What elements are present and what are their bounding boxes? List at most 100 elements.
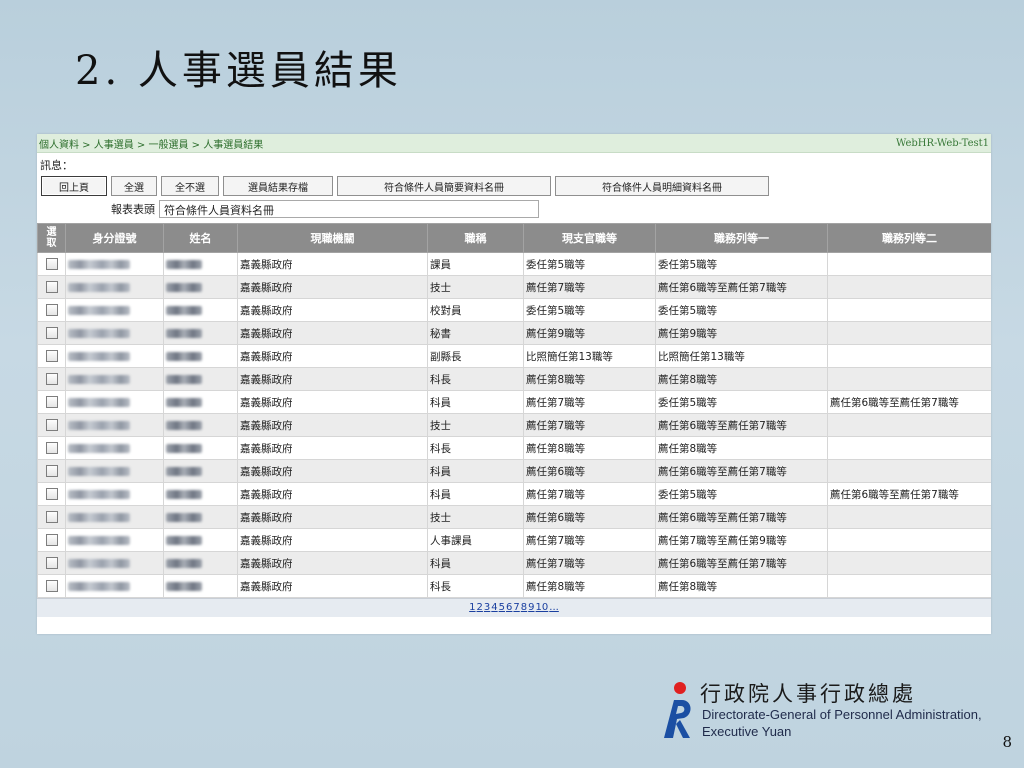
name-cell-redacted (163, 367, 238, 391)
col-header-select: 選取 (37, 223, 66, 253)
redacted-name (166, 489, 202, 499)
table-row[interactable]: 嘉義縣政府 校對員 委任第5職等 委任第5職等 (37, 298, 991, 322)
checkbox[interactable] (45, 557, 58, 569)
report-header-input[interactable]: 符合條件人員資料名冊 (159, 200, 539, 218)
checkbox[interactable] (45, 488, 58, 500)
back-button[interactable]: 回上頁 (41, 176, 107, 196)
select-checkbox[interactable] (37, 321, 66, 345)
page-link[interactable]: 9 (528, 602, 534, 613)
id-cell-redacted (65, 574, 164, 598)
select-checkbox[interactable] (37, 344, 66, 368)
page-link[interactable]: 10 (536, 602, 549, 613)
rank2-cell (827, 413, 991, 437)
org-cell: 嘉義縣政府 (237, 482, 428, 506)
table-row[interactable]: 嘉義縣政府 人事課員 薦任第7職等 薦任第7職等至薦任第9職等 (37, 528, 991, 552)
table-row[interactable]: 嘉義縣政府 科員 薦任第7職等 薦任第6職等至薦任第7職等 (37, 551, 991, 575)
select-checkbox[interactable] (37, 275, 66, 299)
agency-name-en-line1: Directorate-General of Personnel Adminis… (702, 707, 982, 722)
page-link[interactable]: 1 (469, 602, 475, 613)
name-cell-redacted (163, 574, 238, 598)
redacted-id (68, 282, 130, 292)
table-row[interactable]: 嘉義縣政府 技士 薦任第7職等 薦任第6職等至薦任第7職等 (37, 275, 991, 299)
app-window: 個人資料 > 人事選員 > 一般選員 > 人事選員結果 WebHR-Web-Te… (37, 134, 991, 634)
select-checkbox[interactable] (37, 482, 66, 506)
checkbox[interactable] (45, 465, 58, 477)
rank2-cell: 薦任第6職等至薦任第7職等 (827, 482, 991, 506)
checkbox[interactable] (45, 373, 58, 385)
name-cell-redacted (163, 390, 238, 414)
checkbox[interactable] (45, 442, 58, 454)
rank2-cell (827, 528, 991, 552)
page-link[interactable]: 3 (484, 602, 490, 613)
table-row[interactable]: 嘉義縣政府 秘書 薦任第9職等 薦任第9職等 (37, 321, 991, 345)
table-row[interactable]: 嘉義縣政府 科員 薦任第7職等 委任第5職等 薦任第6職等至薦任第7職等 (37, 390, 991, 414)
title-cell: 副縣長 (427, 344, 524, 368)
table-row[interactable]: 嘉義縣政府 科長 薦任第8職等 薦任第8職等 (37, 367, 991, 391)
page-link[interactable]: 2 (477, 602, 483, 613)
name-cell-redacted (163, 436, 238, 460)
table-row[interactable]: 嘉義縣政府 科長 薦任第8職等 薦任第8職等 (37, 436, 991, 460)
table-row[interactable]: 嘉義縣政府 科員 薦任第7職等 委任第5職等 薦任第6職等至薦任第7職等 (37, 482, 991, 506)
deselect-all-button[interactable]: 全不選 (161, 176, 219, 196)
detail-roster-button[interactable]: 符合條件人員明細資料名冊 (555, 176, 769, 196)
rank2-cell (827, 298, 991, 322)
id-cell-redacted (65, 321, 164, 345)
title-cell: 科員 (427, 482, 524, 506)
checkbox[interactable] (45, 534, 58, 546)
select-checkbox[interactable] (37, 551, 66, 575)
redacted-name (166, 512, 202, 522)
checkbox[interactable] (45, 281, 58, 293)
checkbox[interactable] (45, 304, 58, 316)
table-row[interactable]: 嘉義縣政府 科長 薦任第8職等 薦任第8職等 (37, 574, 991, 598)
save-results-button[interactable]: 選員結果存檔 (223, 176, 333, 196)
id-cell-redacted (65, 413, 164, 437)
page-link[interactable]: ... (549, 602, 559, 613)
page-link[interactable]: 7 (513, 602, 519, 613)
select-checkbox[interactable] (37, 252, 66, 276)
table-row[interactable]: 嘉義縣政府 課員 委任第5職等 委任第5職等 (37, 252, 991, 276)
page-link[interactable]: 5 (499, 602, 505, 613)
select-checkbox[interactable] (37, 436, 66, 460)
page-link[interactable]: 8 (521, 602, 527, 613)
name-cell-redacted (163, 528, 238, 552)
select-checkbox[interactable] (37, 390, 66, 414)
select-checkbox[interactable] (37, 505, 66, 529)
select-checkbox[interactable] (37, 528, 66, 552)
page-link[interactable]: 4 (491, 602, 497, 613)
rank1-cell: 薦任第6職等至薦任第7職等 (655, 505, 828, 529)
agency-name-zh: 行政院人事行政總處 (700, 682, 916, 706)
name-cell-redacted (163, 275, 238, 299)
redacted-id (68, 420, 130, 430)
checkbox[interactable] (45, 511, 58, 523)
select-checkbox[interactable] (37, 298, 66, 322)
checkbox[interactable] (45, 350, 58, 362)
page-link[interactable]: 6 (506, 602, 512, 613)
table-row[interactable]: 嘉義縣政府 技士 薦任第6職等 薦任第6職等至薦任第7職等 (37, 505, 991, 529)
checkbox[interactable] (45, 580, 58, 592)
checkbox[interactable] (45, 396, 58, 408)
checkbox[interactable] (45, 327, 58, 339)
org-cell: 嘉義縣政府 (237, 459, 428, 483)
system-name: WebHR-Web-Test1 (896, 137, 989, 149)
table-header: 選取 身分證號 姓名 現職機關 職稱 現支官職等 職務列等一 職務列等二 (37, 223, 991, 253)
select-all-button[interactable]: 全選 (111, 176, 157, 196)
redacted-name (166, 558, 202, 568)
checkbox[interactable] (45, 258, 58, 270)
redacted-id (68, 328, 130, 338)
select-checkbox[interactable] (37, 459, 66, 483)
table-row[interactable]: 嘉義縣政府 科員 薦任第6職等 薦任第6職等至薦任第7職等 (37, 459, 991, 483)
summary-roster-button[interactable]: 符合條件人員簡要資料名冊 (337, 176, 551, 196)
table-row[interactable]: 嘉義縣政府 技士 薦任第7職等 薦任第6職等至薦任第7職等 (37, 413, 991, 437)
table-body: 嘉義縣政府 課員 委任第5職等 委任第5職等 嘉義縣政府 技士 薦任第7職等 薦任第6職等至薦… (37, 252, 991, 598)
rank2-cell (827, 459, 991, 483)
select-checkbox[interactable] (37, 367, 66, 391)
col-header-id: 身分證號 (65, 223, 164, 253)
table-row[interactable]: 嘉義縣政府 副縣長 比照簡任第13職等 比照簡任第13職等 (37, 344, 991, 368)
checkbox[interactable] (45, 419, 58, 431)
col-header-rank1: 職務列等一 (655, 223, 828, 253)
id-cell-redacted (65, 390, 164, 414)
select-checkbox[interactable] (37, 574, 66, 598)
select-checkbox[interactable] (37, 413, 66, 437)
results-table: 選取 身分證號 姓名 現職機關 職稱 現支官職等 職務列等一 職務列等二 嘉義縣… (37, 223, 991, 598)
breadcrumb[interactable]: 個人資料 > 人事選員 > 一般選員 > 人事選員結果 (39, 136, 263, 151)
